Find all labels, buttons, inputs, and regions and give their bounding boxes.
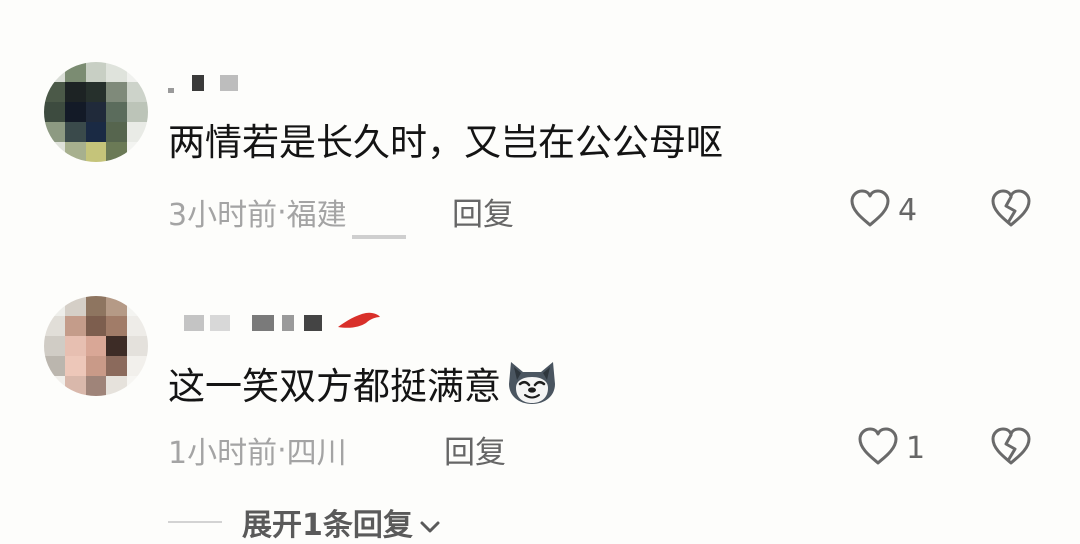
comment-meta: 1小时前 · 四川 [168,428,347,472]
comment-text: 两情若是长久时，又岂在公公母呕 [168,121,723,165]
comment-item: 两情若是长久时，又岂在公公母呕 3小时前 · 福建 回复 4 [0,0,1080,260]
comment-location: 四川 [286,436,347,471]
heart-outline-icon [848,187,892,233]
expand-replies-label: 展开1条回复 [242,508,413,543]
chevron-down-icon [419,507,441,542]
meta-separator: · [277,432,287,468]
username[interactable] [168,73,238,93]
dislike-button[interactable] [989,187,1033,233]
username-redacted-block [252,315,274,331]
like-button[interactable]: 1 [856,425,925,471]
wolf-face-emoji [505,358,559,416]
comment-meta: 3小时前 · 福建 [168,190,347,234]
username-redacted-block [184,315,204,331]
comment-text: 这一笑双方都挺满意 [168,358,559,416]
comment-time: 3小时前 [168,198,278,233]
username-redacted-block [210,315,230,331]
comment-text-content: 这一笑双方都挺满意 [168,365,501,408]
avatar[interactable] [44,296,148,396]
username[interactable] [184,311,382,335]
meta-separator: · [277,194,287,230]
username-redacted-block [304,315,322,331]
reply-button-label: 回复 [452,197,514,233]
username-redacted-block [220,75,238,91]
broken-heart-icon [989,427,1033,471]
comment-time: 1小时前 [168,436,278,471]
username-redacted-block [282,315,294,331]
dislike-button[interactable] [989,425,1033,471]
comment-text-content: 两情若是长久时，又岂在公公母呕 [168,121,723,164]
comment-location: 福建 [286,198,347,233]
expand-replies-button[interactable]: 展开1条回复 [242,500,441,544]
expand-divider-line [168,521,222,523]
like-button[interactable]: 4 [848,187,917,233]
username-redacted-block [192,75,204,91]
reply-button[interactable]: 回复 [452,189,514,234]
like-count: 4 [898,192,918,228]
heart-outline-icon [856,425,900,471]
expand-replies: 展开1条回复 [168,500,441,544]
comment-item: 这一笑双方都挺满意 1小时前 · 四川 回复 1 [0,260,1080,537]
reply-button[interactable]: 回复 [444,427,506,472]
location-underline [352,235,406,239]
username-redacted-block [168,88,174,93]
user-badge-icon [336,311,382,335]
broken-heart-icon [989,189,1033,233]
avatar[interactable] [44,62,148,162]
reply-button-label: 回复 [444,435,506,471]
like-count: 1 [906,430,926,466]
